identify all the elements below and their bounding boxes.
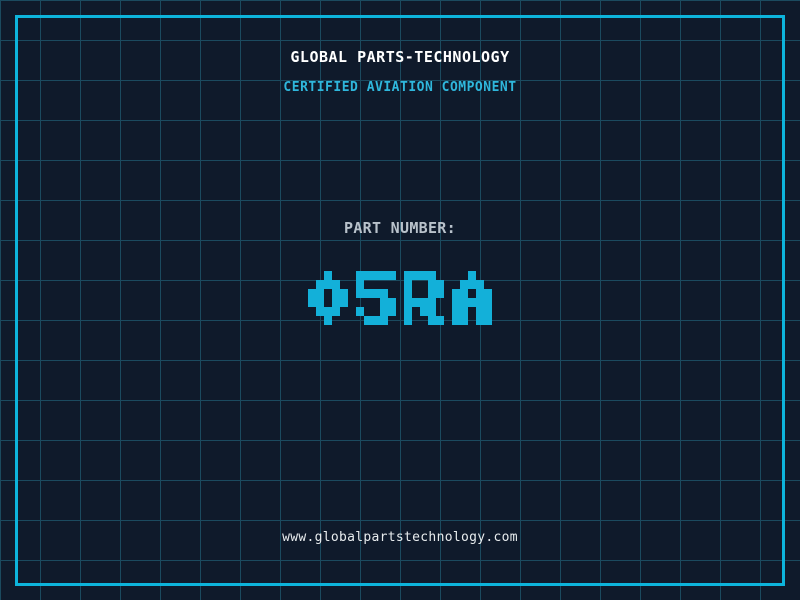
pixel-glyph-5 [356,271,396,325]
website-url: www.globalpartstechnology.com [282,530,518,545]
pixel-glyph-R [404,271,444,325]
company-title: GLOBAL PARTS-TECHNOLOGY [290,48,510,66]
pixel-glyph-0 [308,271,348,325]
pixel-glyph-A [452,271,492,325]
part-number-label: PART NUMBER: [344,219,456,237]
certification-subtitle: CERTIFIED AVIATION COMPONENT [283,80,517,95]
part-number-value [0,271,800,325]
